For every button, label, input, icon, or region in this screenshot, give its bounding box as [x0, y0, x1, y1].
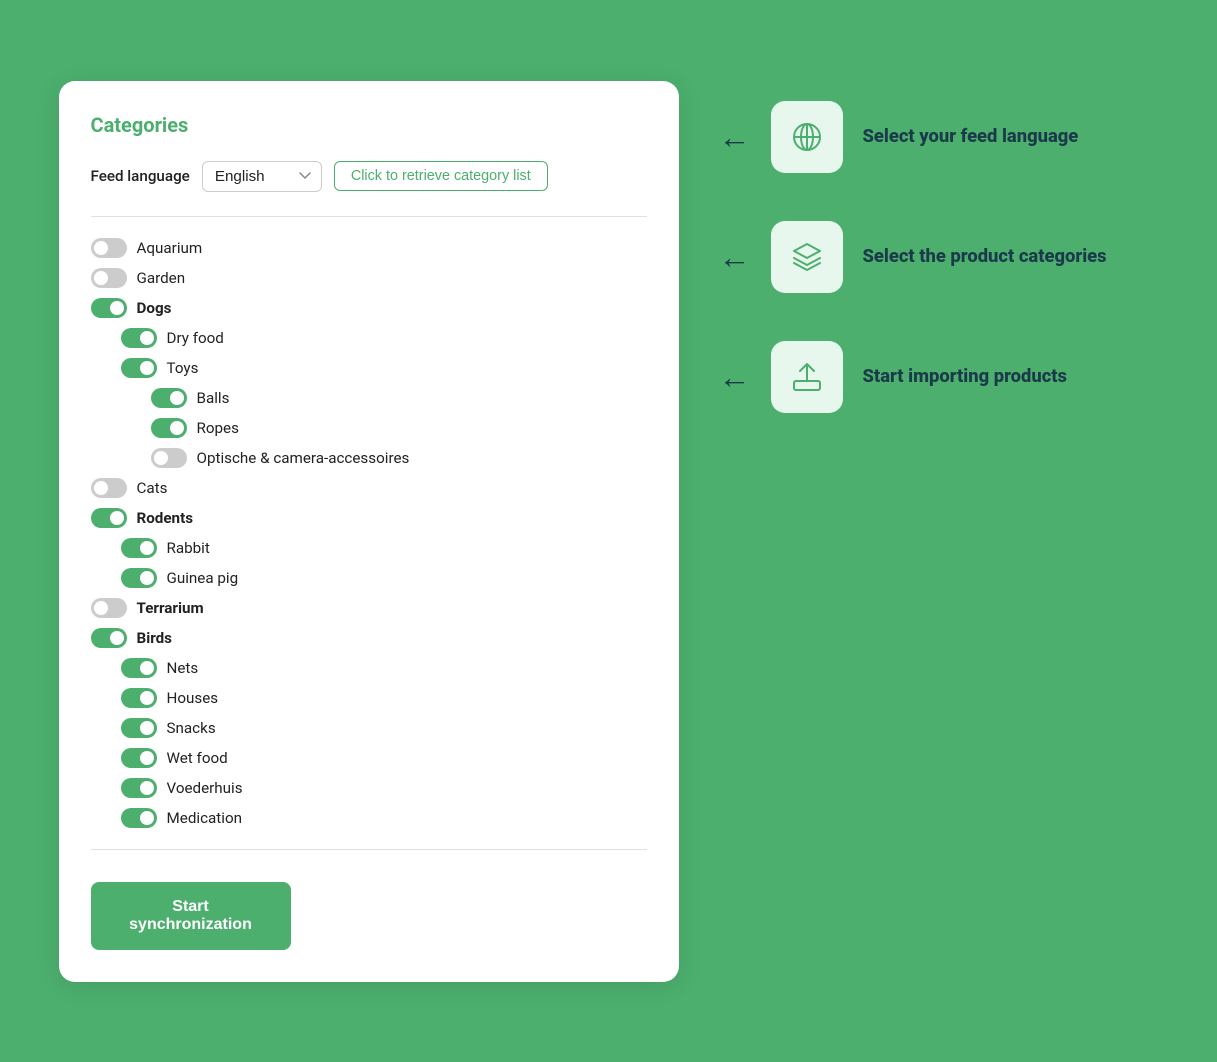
category-label-ropes: Ropes	[197, 419, 239, 437]
step-row-step-language: ← Select your feed language	[719, 101, 1159, 173]
categories-list: Aquarium Garden Dogs Dry food Toys Balls Ropes…	[91, 216, 647, 833]
category-label-medication: Medication	[167, 809, 243, 827]
arrow-icon: ←	[719, 241, 751, 273]
toggle-birds[interactable]	[91, 628, 127, 648]
step-row-step-categories: ← Select the product categories	[719, 221, 1159, 293]
category-item-voederhuis: Voederhuis	[91, 773, 647, 803]
category-item-dry-food: Dry food	[91, 323, 647, 353]
toggle-terrarium[interactable]	[91, 598, 127, 618]
category-item-terrarium: Terrarium	[91, 593, 647, 623]
category-item-nets: Nets	[91, 653, 647, 683]
category-item-wet-food: Wet food	[91, 743, 647, 773]
category-item-aquarium: Aquarium	[91, 233, 647, 263]
category-label-snacks: Snacks	[167, 719, 216, 737]
category-label-rabbit: Rabbit	[167, 539, 210, 557]
toggle-toys[interactable]	[121, 358, 157, 378]
toggle-rodents[interactable]	[91, 508, 127, 528]
toggle-rabbit[interactable]	[121, 538, 157, 558]
categories-card: Categories Feed language English Dutch G…	[59, 81, 679, 982]
step-text-step-import: Start importing products	[863, 365, 1067, 389]
category-item-houses: Houses	[91, 683, 647, 713]
category-label-voederhuis: Voederhuis	[167, 779, 243, 797]
globe-icon	[771, 101, 843, 173]
category-item-toys: Toys	[91, 353, 647, 383]
toggle-guinea-pig[interactable]	[121, 568, 157, 588]
arrow-icon: ←	[719, 361, 751, 393]
category-label-terrarium: Terrarium	[137, 599, 204, 617]
upload-icon	[771, 341, 843, 413]
category-item-birds: Birds	[91, 623, 647, 653]
step-row-step-import: ← Start importing products	[719, 341, 1159, 413]
category-label-aquarium: Aquarium	[137, 239, 203, 257]
toggle-medication[interactable]	[121, 808, 157, 828]
language-select[interactable]: English Dutch German French	[202, 161, 322, 192]
category-label-birds: Birds	[137, 629, 172, 647]
category-label-guinea-pig: Guinea pig	[167, 569, 239, 587]
toggle-cats[interactable]	[91, 478, 127, 498]
outer-container: Categories Feed language English Dutch G…	[59, 81, 1159, 982]
divider	[91, 849, 647, 850]
toggle-garden[interactable]	[91, 268, 127, 288]
category-label-wet-food: Wet food	[167, 749, 228, 767]
arrow-icon: ←	[719, 121, 751, 153]
toggle-voederhuis[interactable]	[121, 778, 157, 798]
category-label-dogs: Dogs	[137, 299, 172, 317]
feed-language-row: Feed language English Dutch German Frenc…	[91, 161, 647, 192]
toggle-optische[interactable]	[151, 448, 187, 468]
feed-language-label: Feed language	[91, 167, 190, 185]
toggle-balls[interactable]	[151, 388, 187, 408]
category-item-garden: Garden	[91, 263, 647, 293]
category-label-nets: Nets	[167, 659, 199, 677]
layers-icon	[771, 221, 843, 293]
retrieve-category-button[interactable]: Click to retrieve category list	[334, 161, 548, 191]
category-label-houses: Houses	[167, 689, 219, 707]
sync-button[interactable]: Start synchronization	[91, 882, 291, 950]
toggle-dry-food[interactable]	[121, 328, 157, 348]
step-text-step-categories: Select the product categories	[863, 245, 1107, 269]
category-item-guinea-pig: Guinea pig	[91, 563, 647, 593]
steps-panel: ← Select your feed language← Select the …	[719, 81, 1159, 413]
category-item-cats: Cats	[91, 473, 647, 503]
category-label-toys: Toys	[167, 359, 199, 377]
category-label-rodents: Rodents	[137, 509, 194, 527]
toggle-ropes[interactable]	[151, 418, 187, 438]
category-label-optische: Optische & camera-accessoires	[197, 449, 410, 467]
category-item-rabbit: Rabbit	[91, 533, 647, 563]
toggle-dogs[interactable]	[91, 298, 127, 318]
category-item-medication: Medication	[91, 803, 647, 833]
toggle-houses[interactable]	[121, 688, 157, 708]
category-item-rodents: Rodents	[91, 503, 647, 533]
toggle-aquarium[interactable]	[91, 238, 127, 258]
category-label-garden: Garden	[137, 269, 186, 287]
category-label-dry-food: Dry food	[167, 329, 224, 347]
category-label-balls: Balls	[197, 389, 230, 407]
toggle-nets[interactable]	[121, 658, 157, 678]
category-item-balls: Balls	[91, 383, 647, 413]
toggle-wet-food[interactable]	[121, 748, 157, 768]
card-title: Categories	[91, 113, 647, 137]
category-item-optische: Optische & camera-accessoires	[91, 443, 647, 473]
category-item-snacks: Snacks	[91, 713, 647, 743]
category-item-dogs: Dogs	[91, 293, 647, 323]
category-label-cats: Cats	[137, 479, 168, 497]
category-item-ropes: Ropes	[91, 413, 647, 443]
step-text-step-language: Select your feed language	[863, 125, 1079, 149]
toggle-snacks[interactable]	[121, 718, 157, 738]
